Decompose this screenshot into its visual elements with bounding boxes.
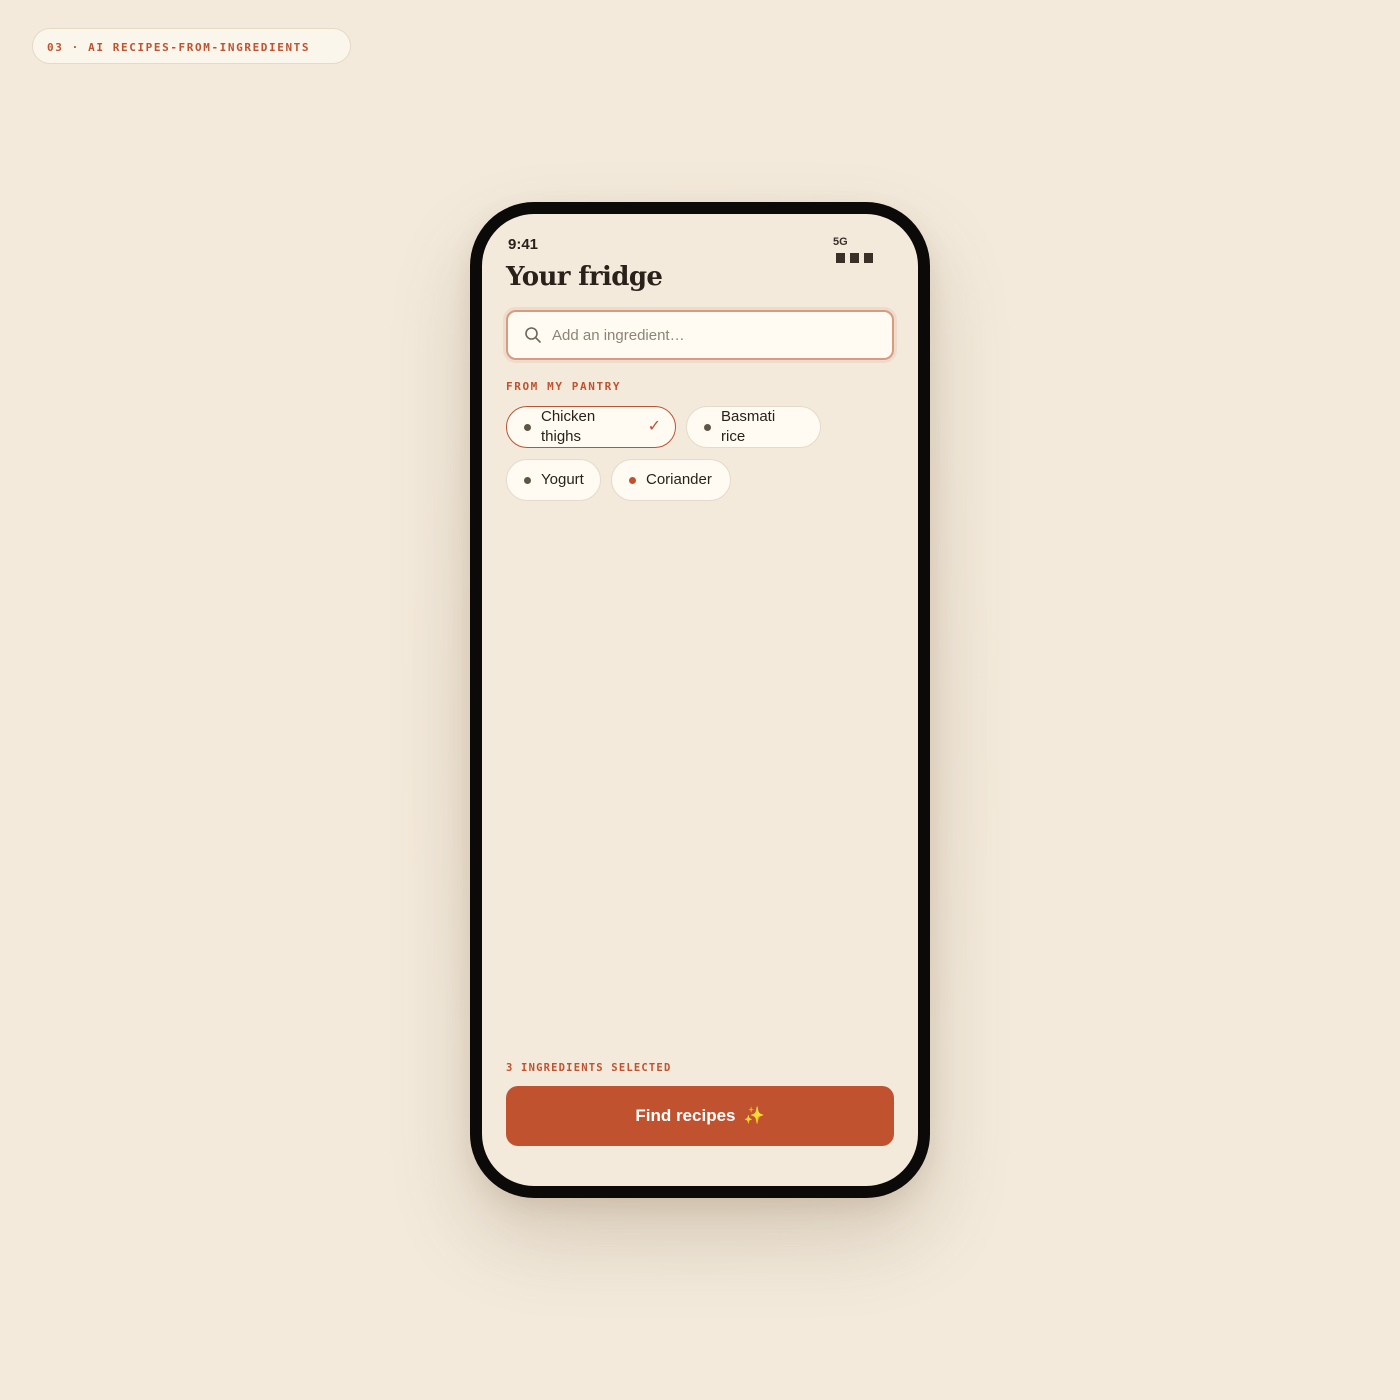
page: 03 · AI RECIPES-FROM-INGREDIENTS 9:41 5G… xyxy=(0,0,1400,1400)
search-input[interactable] xyxy=(552,326,872,344)
ingredient-chip-coriander[interactable]: Coriander xyxy=(611,459,731,501)
status-time: 9:41 xyxy=(508,236,539,253)
ingredient-chip-yogurt[interactable]: Yogurt xyxy=(506,459,601,501)
chip-label: Coriander xyxy=(646,471,712,488)
dot-icon xyxy=(704,423,711,431)
phone-screen: 9:41 5G Your fridge FROM MY PANTRY Chick… xyxy=(482,214,918,1186)
search-icon xyxy=(525,327,541,343)
find-recipes-label: Find recipes xyxy=(635,1106,736,1125)
phone-frame: 9:41 5G Your fridge FROM MY PANTRY Chick… xyxy=(470,202,930,1198)
status-indicators: 5G xyxy=(833,236,885,263)
search-field[interactable] xyxy=(506,310,894,360)
dot-icon xyxy=(524,423,531,431)
pantry-section-label: FROM MY PANTRY xyxy=(506,380,622,393)
sparkles-icon: ✨ xyxy=(743,1106,765,1125)
dot-icon xyxy=(524,476,531,484)
chip-label: Basmati rice xyxy=(721,408,776,445)
project-tag: 03 · AI RECIPES-FROM-INGREDIENTS xyxy=(32,28,351,64)
ingredient-chip-chicken-thighs[interactable]: Chicken thighs ✓ xyxy=(506,406,676,448)
network-label: 5G xyxy=(833,236,848,248)
checkmark-icon: ✓ xyxy=(647,418,661,435)
page-title: Your fridge xyxy=(506,262,663,292)
dot-icon xyxy=(629,476,636,484)
ingredient-chip-basmati-rice[interactable]: Basmati rice xyxy=(686,406,821,448)
chip-label: Chicken thighs xyxy=(541,408,596,445)
chip-label: Yogurt xyxy=(541,471,584,488)
signal-bars-icon xyxy=(836,253,885,263)
find-recipes-button[interactable]: Find recipes ✨ xyxy=(506,1086,894,1146)
selected-count: 3 INGREDIENTS SELECTED xyxy=(506,1062,672,1074)
